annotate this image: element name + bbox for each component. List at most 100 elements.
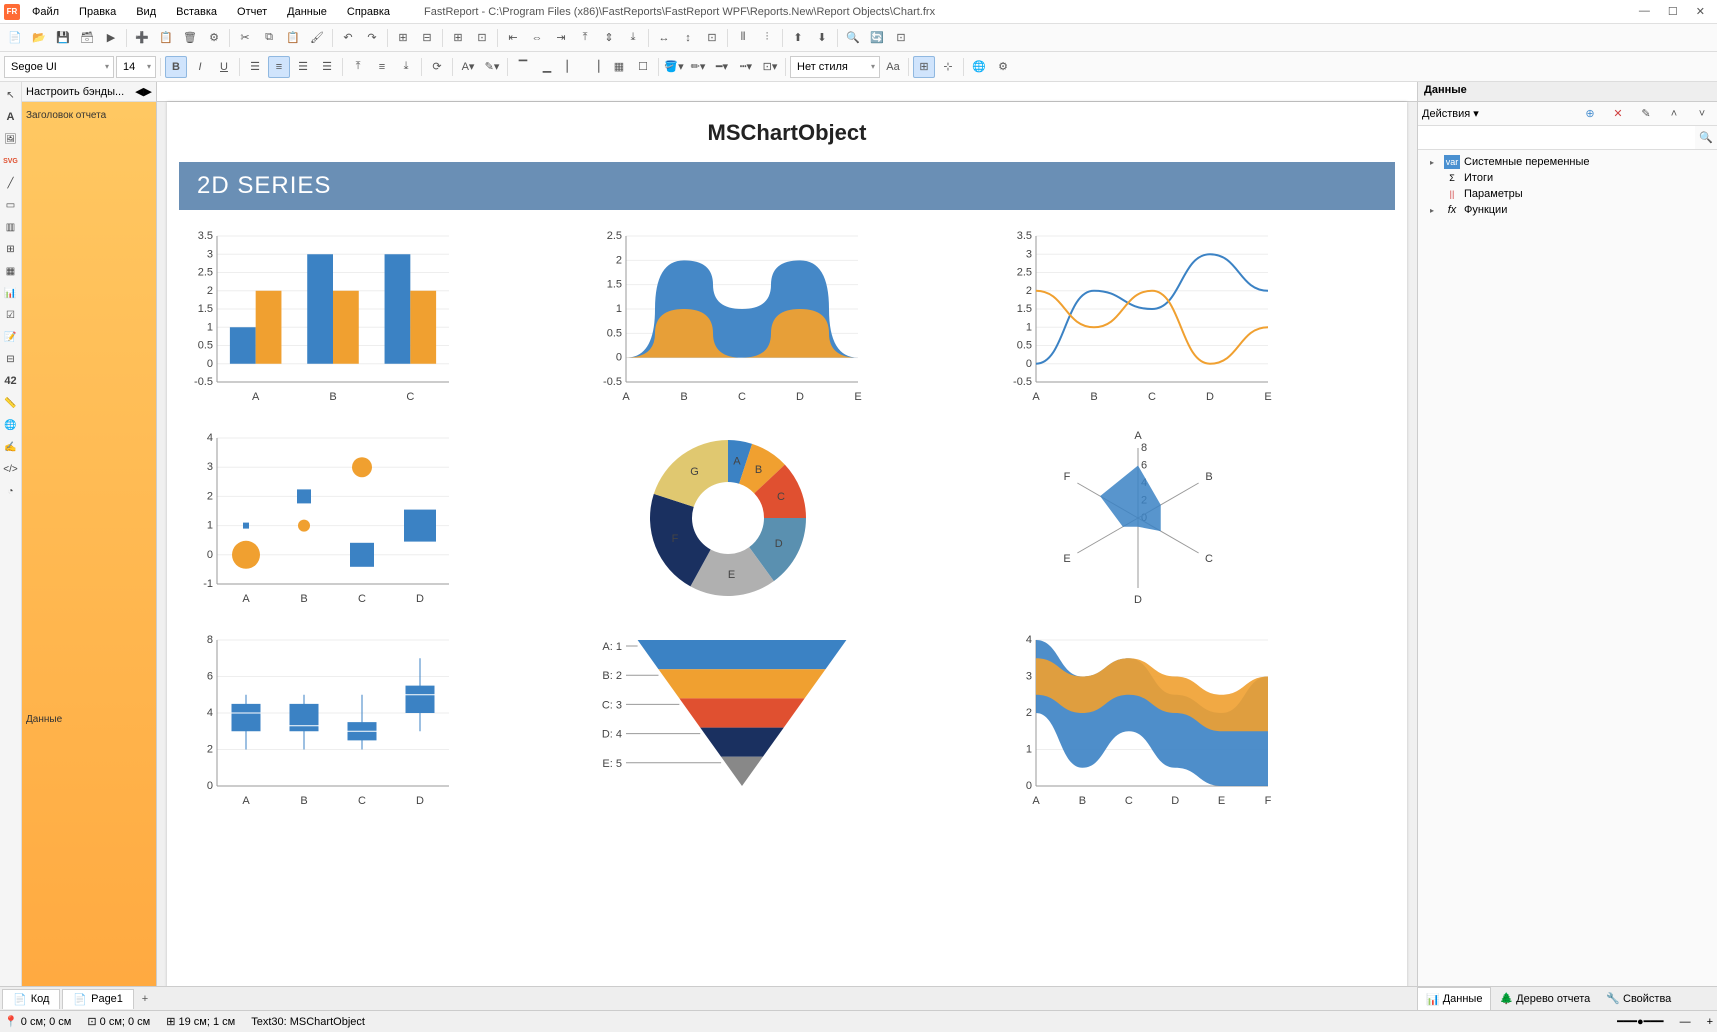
data-search-input[interactable] [1418, 126, 1695, 149]
pagesetup-button[interactable]: ⚙ [203, 27, 225, 49]
close-icon[interactable]: ✕ [1696, 5, 1705, 18]
underline-button[interactable]: U [213, 56, 235, 78]
tree-totals[interactable]: ΣИтоги [1422, 170, 1713, 186]
group-button[interactable]: ⊞ [392, 27, 414, 49]
align-bottom-btn[interactable]: ⤓ [622, 27, 644, 49]
cellular-tool[interactable]: ⊟ [2, 350, 20, 368]
ungroup-button[interactable]: ⊟ [416, 27, 438, 49]
menu-edit[interactable]: Правка [75, 4, 120, 20]
text-tool[interactable]: A [2, 108, 20, 126]
chart-svg[interactable]: -0.500.511.522.533.5ABCDE [998, 226, 1278, 406]
shape-tool[interactable]: ▭ [2, 196, 20, 214]
gauge-tool[interactable]: ◔ [2, 482, 20, 500]
barcode-tool[interactable]: ▥ [2, 218, 20, 236]
chart-object-3[interactable]: -101234ABCD [179, 428, 576, 618]
textalign-justify[interactable]: ☰ [316, 56, 338, 78]
configure-bands-link[interactable]: Настроить бэнды... [26, 86, 124, 98]
data-tree[interactable]: ▸varСистемные переменные ΣИтоги ||Параме… [1418, 150, 1717, 222]
align-top-btn[interactable]: ⤒ [574, 27, 596, 49]
data-down-icon[interactable]: ˅ [1691, 103, 1713, 125]
chart-object-7[interactable]: A: 1B: 2C: 3D: 4E: 5 [588, 630, 985, 820]
tab-data[interactable]: 📊 Данные [1417, 987, 1491, 1010]
zipcode-tool[interactable]: 42 [2, 372, 20, 390]
style-combo[interactable]: Нет стиля [790, 56, 880, 78]
options-button[interactable]: ⚙ [992, 56, 1014, 78]
matrix-tool[interactable]: ▦ [2, 262, 20, 280]
minimize-icon[interactable]: — [1639, 5, 1650, 18]
rotate-button[interactable]: ⟳ [426, 56, 448, 78]
cut-button[interactable]: ✂ [234, 27, 256, 49]
data-edit-icon[interactable]: ✎ [1635, 103, 1657, 125]
format-painter-button[interactable]: 🖌 [306, 27, 328, 49]
textalign-right[interactable]: ☰ [292, 56, 314, 78]
align-right-btn[interactable]: ⇥ [550, 27, 572, 49]
border-left[interactable]: ▏ [560, 56, 582, 78]
zoom-fit[interactable]: — [1680, 1016, 1691, 1028]
linestyle-button[interactable]: ┅▾ [735, 56, 757, 78]
line-tool[interactable]: ╱ [2, 174, 20, 192]
align-center-btn[interactable]: ⇔ [526, 27, 548, 49]
richtext-tool[interactable]: 📝 [2, 328, 20, 346]
tree-functions[interactable]: ▸fxФункции [1422, 202, 1713, 218]
tab-report-tree[interactable]: 🌲 Дерево отчета [1491, 987, 1598, 1010]
chart-tool[interactable]: 📊 [2, 284, 20, 302]
bring-front-btn[interactable]: ⬆ [787, 27, 809, 49]
pointer-tool[interactable]: ↖ [2, 86, 20, 104]
valign-middle[interactable]: ≡ [371, 56, 393, 78]
highlight-button[interactable]: ✎▾ [481, 56, 503, 78]
open-button[interactable]: 📂 [28, 27, 50, 49]
border-top[interactable]: ▔ [512, 56, 534, 78]
tree-sysvars[interactable]: ▸varСистемные переменные [1422, 154, 1713, 170]
border-none[interactable]: ☐ [632, 56, 654, 78]
copy-button[interactable]: ⧉ [258, 27, 280, 49]
borderstyle-button[interactable]: ⊡▾ [759, 56, 781, 78]
same-height-btn[interactable]: ↕ [677, 27, 699, 49]
align-middle-btn[interactable]: ⇕ [598, 27, 620, 49]
chart-svg[interactable]: A: 1B: 2C: 3D: 4E: 5 [588, 630, 868, 810]
textalign-left[interactable]: ☰ [244, 56, 266, 78]
space-v-btn[interactable]: ⫶ [756, 27, 778, 49]
add-page-tab[interactable]: + [134, 988, 156, 1010]
linear-tool[interactable]: 📏 [2, 394, 20, 412]
design-surface[interactable]: MSChartObject 2D SERIES -0.500.511.522.5… [157, 82, 1417, 1010]
same-size-btn[interactable]: ⊡ [701, 27, 723, 49]
menu-data[interactable]: Данные [283, 4, 331, 20]
tab-page1[interactable]: 📄Page1 [62, 989, 134, 1009]
saveall-button[interactable]: 🗃 [76, 27, 98, 49]
valign-top[interactable]: ⤒ [347, 56, 369, 78]
menu-help[interactable]: Справка [343, 4, 394, 20]
data-up-icon[interactable]: ˄ [1663, 103, 1685, 125]
chart-object-0[interactable]: -0.500.511.522.533.5ABC [179, 226, 576, 416]
actions-dropdown[interactable]: Действия ▾ [1422, 107, 1479, 120]
data-add-icon[interactable]: ⊕ [1579, 103, 1601, 125]
fontcolor-button[interactable]: A▾ [457, 56, 479, 78]
tab-properties[interactable]: 🔧 Свойства [1598, 987, 1679, 1010]
fit-button[interactable]: ⊡ [471, 27, 493, 49]
band-data[interactable]: Данные [26, 714, 62, 725]
report-canvas[interactable]: MSChartObject 2D SERIES -0.500.511.522.5… [167, 102, 1407, 1010]
new-button[interactable]: 📄 [4, 27, 26, 49]
menu-insert[interactable]: Вставка [172, 4, 221, 20]
replace-button[interactable]: 🔄 [866, 27, 888, 49]
space-h-btn[interactable]: ⫴ [732, 27, 754, 49]
find-button[interactable]: 🔍 [842, 27, 864, 49]
zoom-100[interactable]: + [1707, 1016, 1713, 1028]
svg-tool[interactable]: SVG [2, 152, 20, 170]
font-combo[interactable]: Segoe UI [4, 56, 114, 78]
chart-object-2[interactable]: -0.500.511.522.533.5ABCDE [998, 226, 1395, 416]
deletepage-button[interactable]: 🗑 [179, 27, 201, 49]
picture-tool[interactable]: 🖼 [2, 130, 20, 148]
fillcolor-button[interactable]: 🪣▾ [663, 56, 685, 78]
grid-button[interactable]: ⊞ [447, 27, 469, 49]
italic-button[interactable]: I [189, 56, 211, 78]
chart-svg[interactable]: 02468ABCD [179, 630, 459, 810]
fontsize-combo[interactable]: 14 [116, 56, 156, 78]
maximize-icon[interactable]: ☐ [1668, 5, 1678, 18]
chart-object-8[interactable]: 01234ABCDEF [998, 630, 1395, 820]
band-report-header[interactable]: Заголовок отчета [26, 110, 106, 121]
search-icon[interactable]: 🔍 [1695, 126, 1717, 148]
bold-button[interactable]: B [165, 56, 187, 78]
newdialog-button[interactable]: 📋 [155, 27, 177, 49]
send-back-btn[interactable]: ⬇ [811, 27, 833, 49]
paste-button[interactable]: 📋 [282, 27, 304, 49]
